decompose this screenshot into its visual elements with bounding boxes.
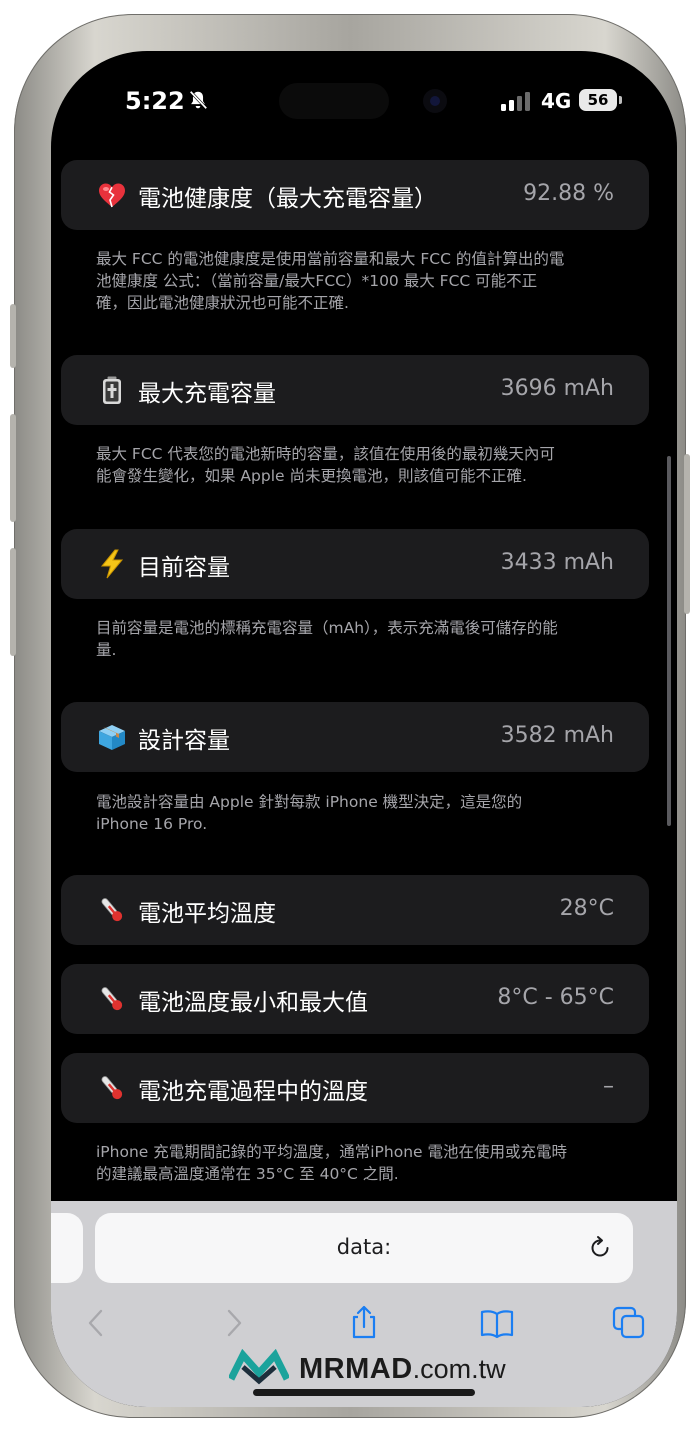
volume-down-button (10, 548, 16, 656)
watermark-bold: MRMAD (299, 1353, 413, 1385)
dynamic-island (279, 83, 389, 119)
row-label: 目前容量 (138, 555, 230, 581)
address-bar[interactable]: data: (95, 1213, 633, 1283)
row-max-capacity: 最大充電容量 3696 mAh (61, 355, 649, 425)
box-icon (99, 725, 125, 750)
battery-icon: 56 (579, 89, 617, 111)
description-line: 電池設計容量由 Apple 針對每款 iPhone 機型決定，這是您的 (96, 793, 523, 811)
watermark-text: MRMAD.com.tw (299, 1353, 506, 1386)
tabs-icon[interactable] (611, 1305, 647, 1341)
lightning-icon (100, 549, 124, 579)
row-value: 3433 mAh (500, 550, 614, 575)
mrmad-logo-icon (229, 1349, 289, 1385)
description-line: iPhone 16 Pro. (96, 815, 208, 833)
row-value: – (603, 1074, 614, 1099)
url-text: data: (336, 1235, 392, 1259)
row-current-capacity: 目前容量 3433 mAh (61, 529, 649, 599)
share-icon[interactable] (346, 1305, 382, 1341)
row-design-capacity: 設計容量 3582 mAh (61, 702, 649, 772)
battery-nub (619, 96, 622, 104)
row-value: 3696 mAh (500, 376, 614, 401)
network-type: 4G (541, 89, 572, 113)
thermometer-icon (101, 898, 123, 922)
description-current-capacity: 目前容量是電池的標稱充電容量（mAh），表示充滿電後可儲存的能 量. (96, 617, 626, 661)
row-average-temperature: 電池平均溫度 28°C (61, 875, 649, 945)
description-line: 目前容量是電池的標稱充電容量（mAh），表示充滿電後可儲存的能 (96, 619, 558, 637)
heart-icon (99, 183, 125, 208)
description-temperature: iPhone 充電期間記錄的平均溫度，通常iPhone 電池在使用或充電時 的建… (96, 1141, 626, 1185)
description-line: 的建議最高溫度通常在 35°C 至 40°C 之間. (96, 1165, 399, 1183)
row-label: 電池溫度最小和最大值 (138, 990, 368, 1016)
description-line: iPhone 充電期間記錄的平均溫度，通常iPhone 電池在使用或充電時 (96, 1143, 567, 1161)
description-line: 池健康度 公式：（當前容量/最大FCC）*100 最大 FCC 可能不正 (96, 272, 538, 290)
bookmarks-icon[interactable] (479, 1305, 515, 1341)
home-indicator[interactable] (253, 1389, 475, 1396)
description-line: 最大 FCC 代表您的電池新時的容量，該值在使用後的最初幾天內可 (96, 445, 555, 463)
row-battery-health: 電池健康度（最大充電容量） 92.88 % (61, 160, 649, 230)
camera-icon (423, 89, 447, 113)
description-line: 量. (96, 641, 117, 659)
description-design-capacity: 電池設計容量由 Apple 針對每款 iPhone 機型決定，這是您的 iPho… (96, 791, 626, 835)
description-health: 最大 FCC 的電池健康度是使用當前容量和最大 FCC 的值計算出的電 池健康度… (96, 248, 626, 314)
row-label: 最大充電容量 (138, 381, 276, 407)
cellular-signal-icon (501, 92, 530, 111)
battery-icon (103, 376, 121, 404)
battery-percent: 56 (587, 91, 609, 109)
description-max-capacity: 最大 FCC 代表您的電池新時的容量，該值在使用後的最初幾天內可 能會發生變化，… (96, 443, 626, 487)
reload-icon[interactable] (587, 1235, 613, 1261)
row-value: 92.88 % (523, 181, 614, 206)
row-label: 電池充電過程中的溫度 (138, 1079, 368, 1105)
phone-frame: 5:22 4G 56 電池健康度（最大充電容量） 92.88 % 最大 FCC … (10, 14, 690, 1418)
forward-icon[interactable] (215, 1305, 251, 1341)
battery-info-list: 電池健康度（最大充電容量） 92.88 % 最大 FCC 的電池健康度是使用當前… (51, 151, 677, 1201)
scrollbar[interactable] (667, 456, 671, 826)
screen: 5:22 4G 56 電池健康度（最大充電容量） 92.88 % 最大 FCC … (51, 51, 677, 1407)
row-value: 8°C - 65°C (497, 985, 614, 1010)
row-charging-temperature: 電池充電過程中的溫度 – (61, 1053, 649, 1123)
silent-bell-icon (189, 90, 208, 110)
power-button (684, 454, 690, 614)
row-label: 電池平均溫度 (138, 901, 276, 927)
clock: 5:22 (125, 87, 185, 115)
thermometer-icon (101, 987, 123, 1011)
previous-tab-url-bar[interactable] (51, 1213, 83, 1283)
safari-toolbar: data: MRMAD.com.tw (51, 1201, 677, 1407)
row-temperature-range: 電池溫度最小和最大值 8°C - 65°C (61, 964, 649, 1034)
action-button (10, 304, 16, 368)
description-line: 確，因此電池健康狀況也可能不正確. (96, 294, 349, 312)
description-line: 能會發生變化，如果 Apple 尚未更換電池，則該值可能不正確. (96, 467, 527, 485)
row-value: 28°C (559, 896, 614, 921)
row-label: 電池健康度（最大充電容量） (138, 186, 437, 212)
back-icon[interactable] (79, 1305, 115, 1341)
row-value: 3582 mAh (500, 723, 614, 748)
description-line: 最大 FCC 的電池健康度是使用當前容量和最大 FCC 的值計算出的電 (96, 250, 565, 268)
status-bar: 5:22 4G 56 (51, 51, 677, 151)
watermark-domain: .com.tw (412, 1354, 506, 1384)
row-label: 設計容量 (138, 728, 230, 754)
volume-up-button (10, 414, 16, 522)
thermometer-icon (101, 1076, 123, 1100)
